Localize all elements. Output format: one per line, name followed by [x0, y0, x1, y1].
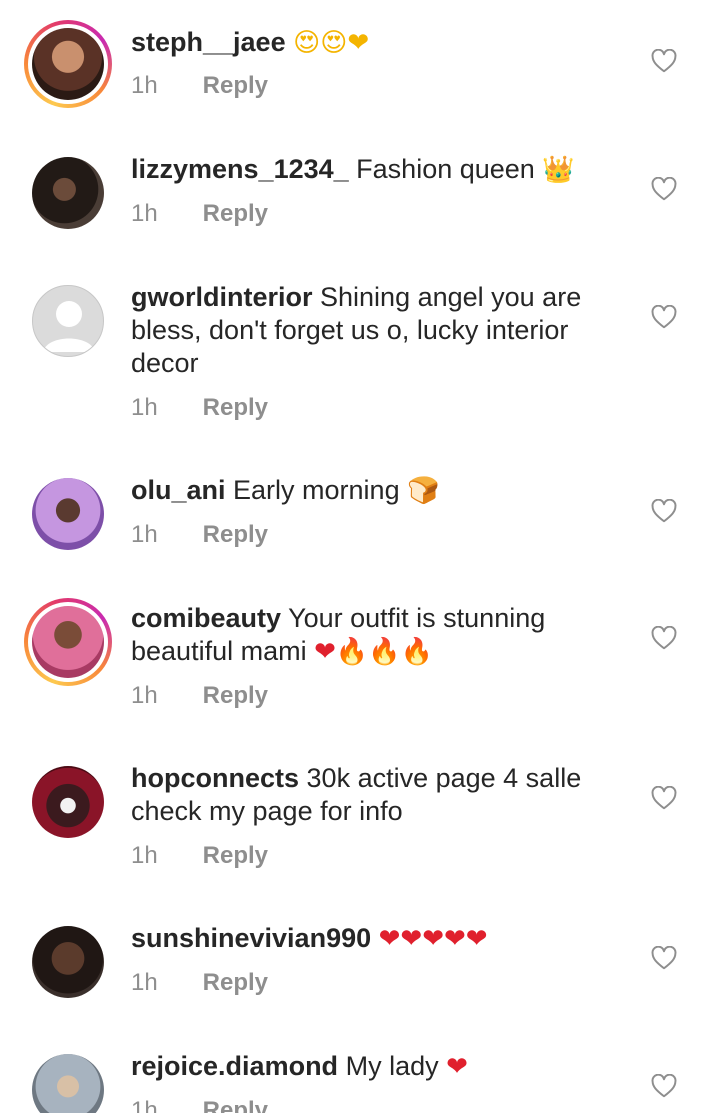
reply-button[interactable]: Reply	[203, 521, 268, 548]
reply-button[interactable]: Reply	[203, 394, 268, 421]
comment-emoji: ❤🔥🔥🔥	[314, 637, 434, 667]
comment-username[interactable]: lizzymens_1234_	[131, 154, 349, 184]
heart-outline-icon[interactable]	[651, 499, 677, 523]
avatar[interactable]	[24, 470, 112, 558]
avatar[interactable]	[24, 149, 112, 237]
reply-button[interactable]: Reply	[203, 72, 268, 99]
avatar-image	[32, 28, 104, 100]
comment-timestamp: 1h	[131, 200, 158, 227]
avatar-image	[32, 478, 104, 550]
avatar-image	[32, 926, 104, 998]
comment-timestamp: 1h	[131, 682, 158, 709]
comment-username[interactable]: rejoice.diamond	[131, 1051, 338, 1081]
comment-username[interactable]: steph__jaee	[131, 27, 286, 57]
comment-username[interactable]: olu_ani	[131, 475, 226, 505]
comment-timestamp: 1h	[131, 72, 158, 99]
heart-outline-icon[interactable]	[651, 1074, 677, 1098]
avatar-image	[32, 1054, 104, 1113]
avatar-image	[32, 157, 104, 229]
comment-item: comibeauty Your outfit is stunning beaut…	[0, 578, 720, 738]
avatar[interactable]	[24, 758, 112, 846]
comment-timestamp: 1h	[131, 969, 158, 996]
comment-username[interactable]: hopconnects	[131, 763, 299, 793]
avatar[interactable]	[24, 598, 112, 686]
comment-timestamp: 1h	[131, 842, 158, 869]
comment-emoji: ❤	[446, 1052, 468, 1082]
avatar-image	[32, 766, 104, 838]
comment-item: hopconnects 30k active page 4 salle chec…	[0, 738, 720, 898]
heart-outline-icon[interactable]	[651, 49, 677, 73]
comment-emoji: 👑	[542, 155, 575, 185]
comment-username[interactable]: sunshinevivian990	[131, 923, 371, 953]
comment-username[interactable]: comibeauty	[131, 603, 281, 633]
reply-button[interactable]: Reply	[203, 682, 268, 709]
avatar-image	[32, 606, 104, 678]
comment-username[interactable]: gworldinterior	[131, 282, 313, 312]
comment-emoji: 😍😍❤	[293, 28, 370, 58]
default-avatar-icon	[32, 285, 104, 357]
comment-emoji: ❤❤❤❤❤	[378, 924, 488, 954]
reply-button[interactable]: Reply	[203, 1097, 268, 1113]
reply-button[interactable]: Reply	[203, 842, 268, 869]
comment-text: My lady	[345, 1051, 439, 1081]
heart-outline-icon[interactable]	[651, 946, 677, 970]
comment-timestamp: 1h	[131, 1097, 158, 1113]
comment-text: Fashion queen	[356, 154, 535, 184]
comment-item: rejoice.diamond My lady ❤ 1h Reply	[0, 1026, 720, 1113]
reply-button[interactable]: Reply	[203, 200, 268, 227]
heart-outline-icon[interactable]	[651, 177, 677, 201]
comment-item: olu_ani Early morning 🍞 1h Reply	[0, 450, 720, 578]
avatar[interactable]	[24, 1046, 112, 1113]
comment-timestamp: 1h	[131, 521, 158, 548]
comment-item: sunshinevivian990 ❤❤❤❤❤ 1h Reply	[0, 898, 720, 1026]
comment-item: lizzymens_1234_ Fashion queen 👑 1h Reply	[0, 128, 720, 256]
avatar[interactable]	[24, 20, 112, 108]
comment-timestamp: 1h	[131, 394, 158, 421]
avatar[interactable]	[24, 277, 112, 365]
comment-emoji: 🍞	[407, 476, 440, 506]
heart-outline-icon[interactable]	[651, 305, 677, 329]
heart-outline-icon[interactable]	[651, 626, 677, 650]
comment-item: gworldinterior Shining angel you are ble…	[0, 256, 720, 450]
avatar[interactable]	[24, 918, 112, 1006]
comment-item: steph__jaee 😍😍❤ 1h Reply	[0, 0, 720, 128]
heart-outline-icon[interactable]	[651, 786, 677, 810]
comment-text: Early morning	[233, 475, 400, 505]
reply-button[interactable]: Reply	[203, 969, 268, 996]
